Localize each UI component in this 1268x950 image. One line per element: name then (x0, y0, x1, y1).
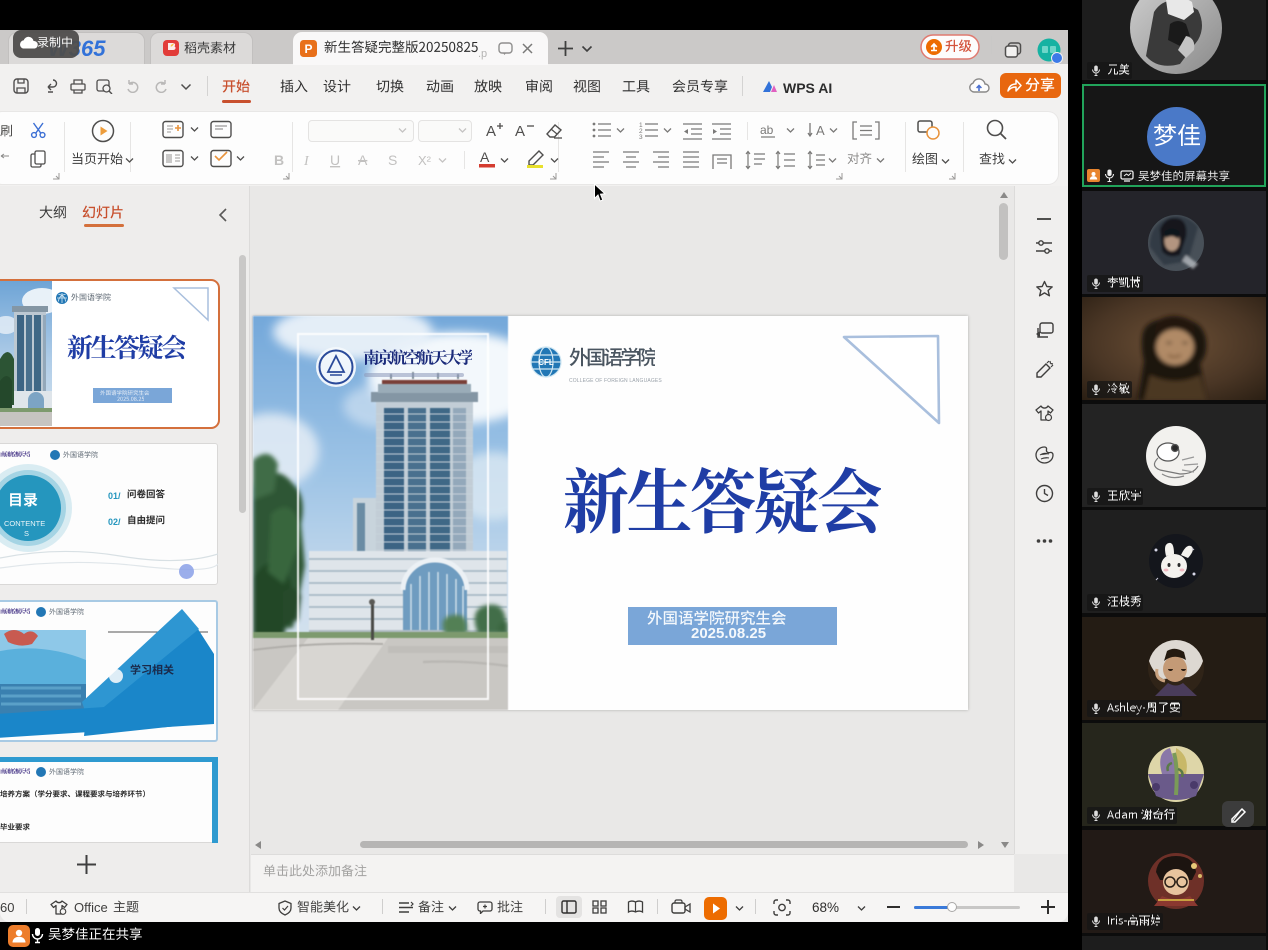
svg-text:I: I (303, 154, 310, 169)
svg-text:A: A (486, 123, 496, 139)
svg-text:P: P (304, 42, 312, 56)
svg-text:ab: ab (760, 123, 774, 137)
svg-text:A: A (358, 152, 368, 168)
svg-text:3: 3 (639, 134, 643, 141)
svg-text:A: A (480, 149, 490, 165)
svg-text:U: U (330, 152, 340, 168)
svg-text:A: A (816, 123, 825, 138)
svg-text:A: A (515, 123, 525, 139)
svg-text:S: S (388, 152, 397, 168)
svg-text:X²: X² (418, 153, 432, 168)
svg-text:B: B (274, 152, 284, 168)
svg-text:CFL: CFL (538, 358, 554, 367)
